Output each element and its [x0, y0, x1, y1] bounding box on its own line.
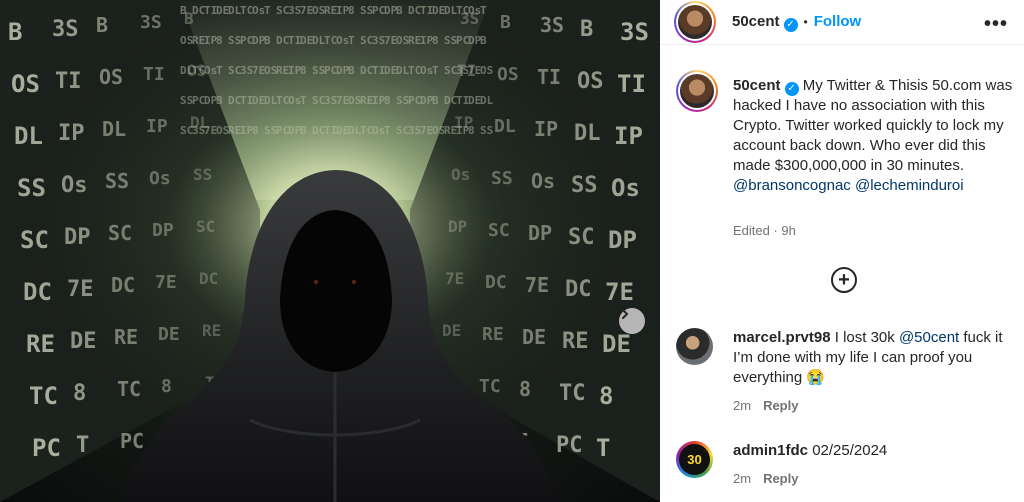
comment-text: admin1fdc 02/25/2024: [733, 441, 1023, 461]
caption-author-avatar[interactable]: [676, 70, 718, 112]
commenter-avatar[interactable]: 30: [676, 441, 713, 478]
post-details-panel: 50cent ✓ • Follow ••• 50cent ✓ My Twitter & …: [660, 0, 1024, 502]
caption-text: 50cent ✓ My Twitter & Thisis 50.com was h…: [733, 76, 1018, 196]
comment-time: 2m: [733, 471, 752, 486]
post-image[interactable]: BOSDLSSSCDCRETCPC3STIIPOsDP7EDE8TBOSDLSS…: [0, 0, 660, 502]
caption-author-username[interactable]: 50cent: [733, 77, 781, 94]
separator-dot: •: [803, 15, 808, 29]
commenter-avatar[interactable]: [676, 328, 713, 365]
commenter-username[interactable]: marcel.prvt98: [733, 329, 831, 346]
reply-button[interactable]: Reply: [763, 398, 798, 413]
author-avatar[interactable]: [674, 1, 716, 43]
comment-body: I lost 30k: [834, 329, 895, 346]
follow-button[interactable]: Follow: [814, 13, 862, 30]
comment-body: 02/25/2024: [812, 442, 888, 459]
comment-time: 2m: [733, 398, 752, 413]
post-header: 50cent ✓ • Follow •••: [660, 0, 1024, 45]
comment-meta: 2m Reply: [733, 471, 798, 486]
hacker-illustration: BOSDLSSSCDCRETCPC3STIIPOsDP7EDE8TBOSDLSS…: [0, 0, 660, 502]
reply-button[interactable]: Reply: [763, 471, 798, 486]
caption-mention[interactable]: @bransoncognac: [733, 177, 851, 194]
edited-timestamp: Edited · 9h: [733, 223, 796, 238]
next-image-icon: [622, 309, 629, 319]
caption-mention[interactable]: @lecheminduroi: [855, 177, 964, 194]
header-author-line: 50cent ✓ • Follow: [732, 13, 861, 32]
comment-mention[interactable]: @50cent: [899, 329, 959, 346]
comment-text: marcel.prvt98 I lost 30k @50cent fuck it…: [733, 328, 1023, 388]
avatar-badge-text: 30: [687, 452, 702, 467]
verified-icon: ✓: [784, 82, 799, 96]
add-comment-icon[interactable]: +: [831, 267, 857, 293]
comment-meta: 2m Reply: [733, 398, 798, 413]
author-username[interactable]: 50cent: [732, 13, 780, 30]
next-image-button[interactable]: [619, 308, 645, 334]
more-options-icon[interactable]: •••: [984, 13, 1008, 36]
verified-icon: ✓: [783, 18, 798, 32]
commenter-username[interactable]: admin1fdc: [733, 442, 808, 459]
